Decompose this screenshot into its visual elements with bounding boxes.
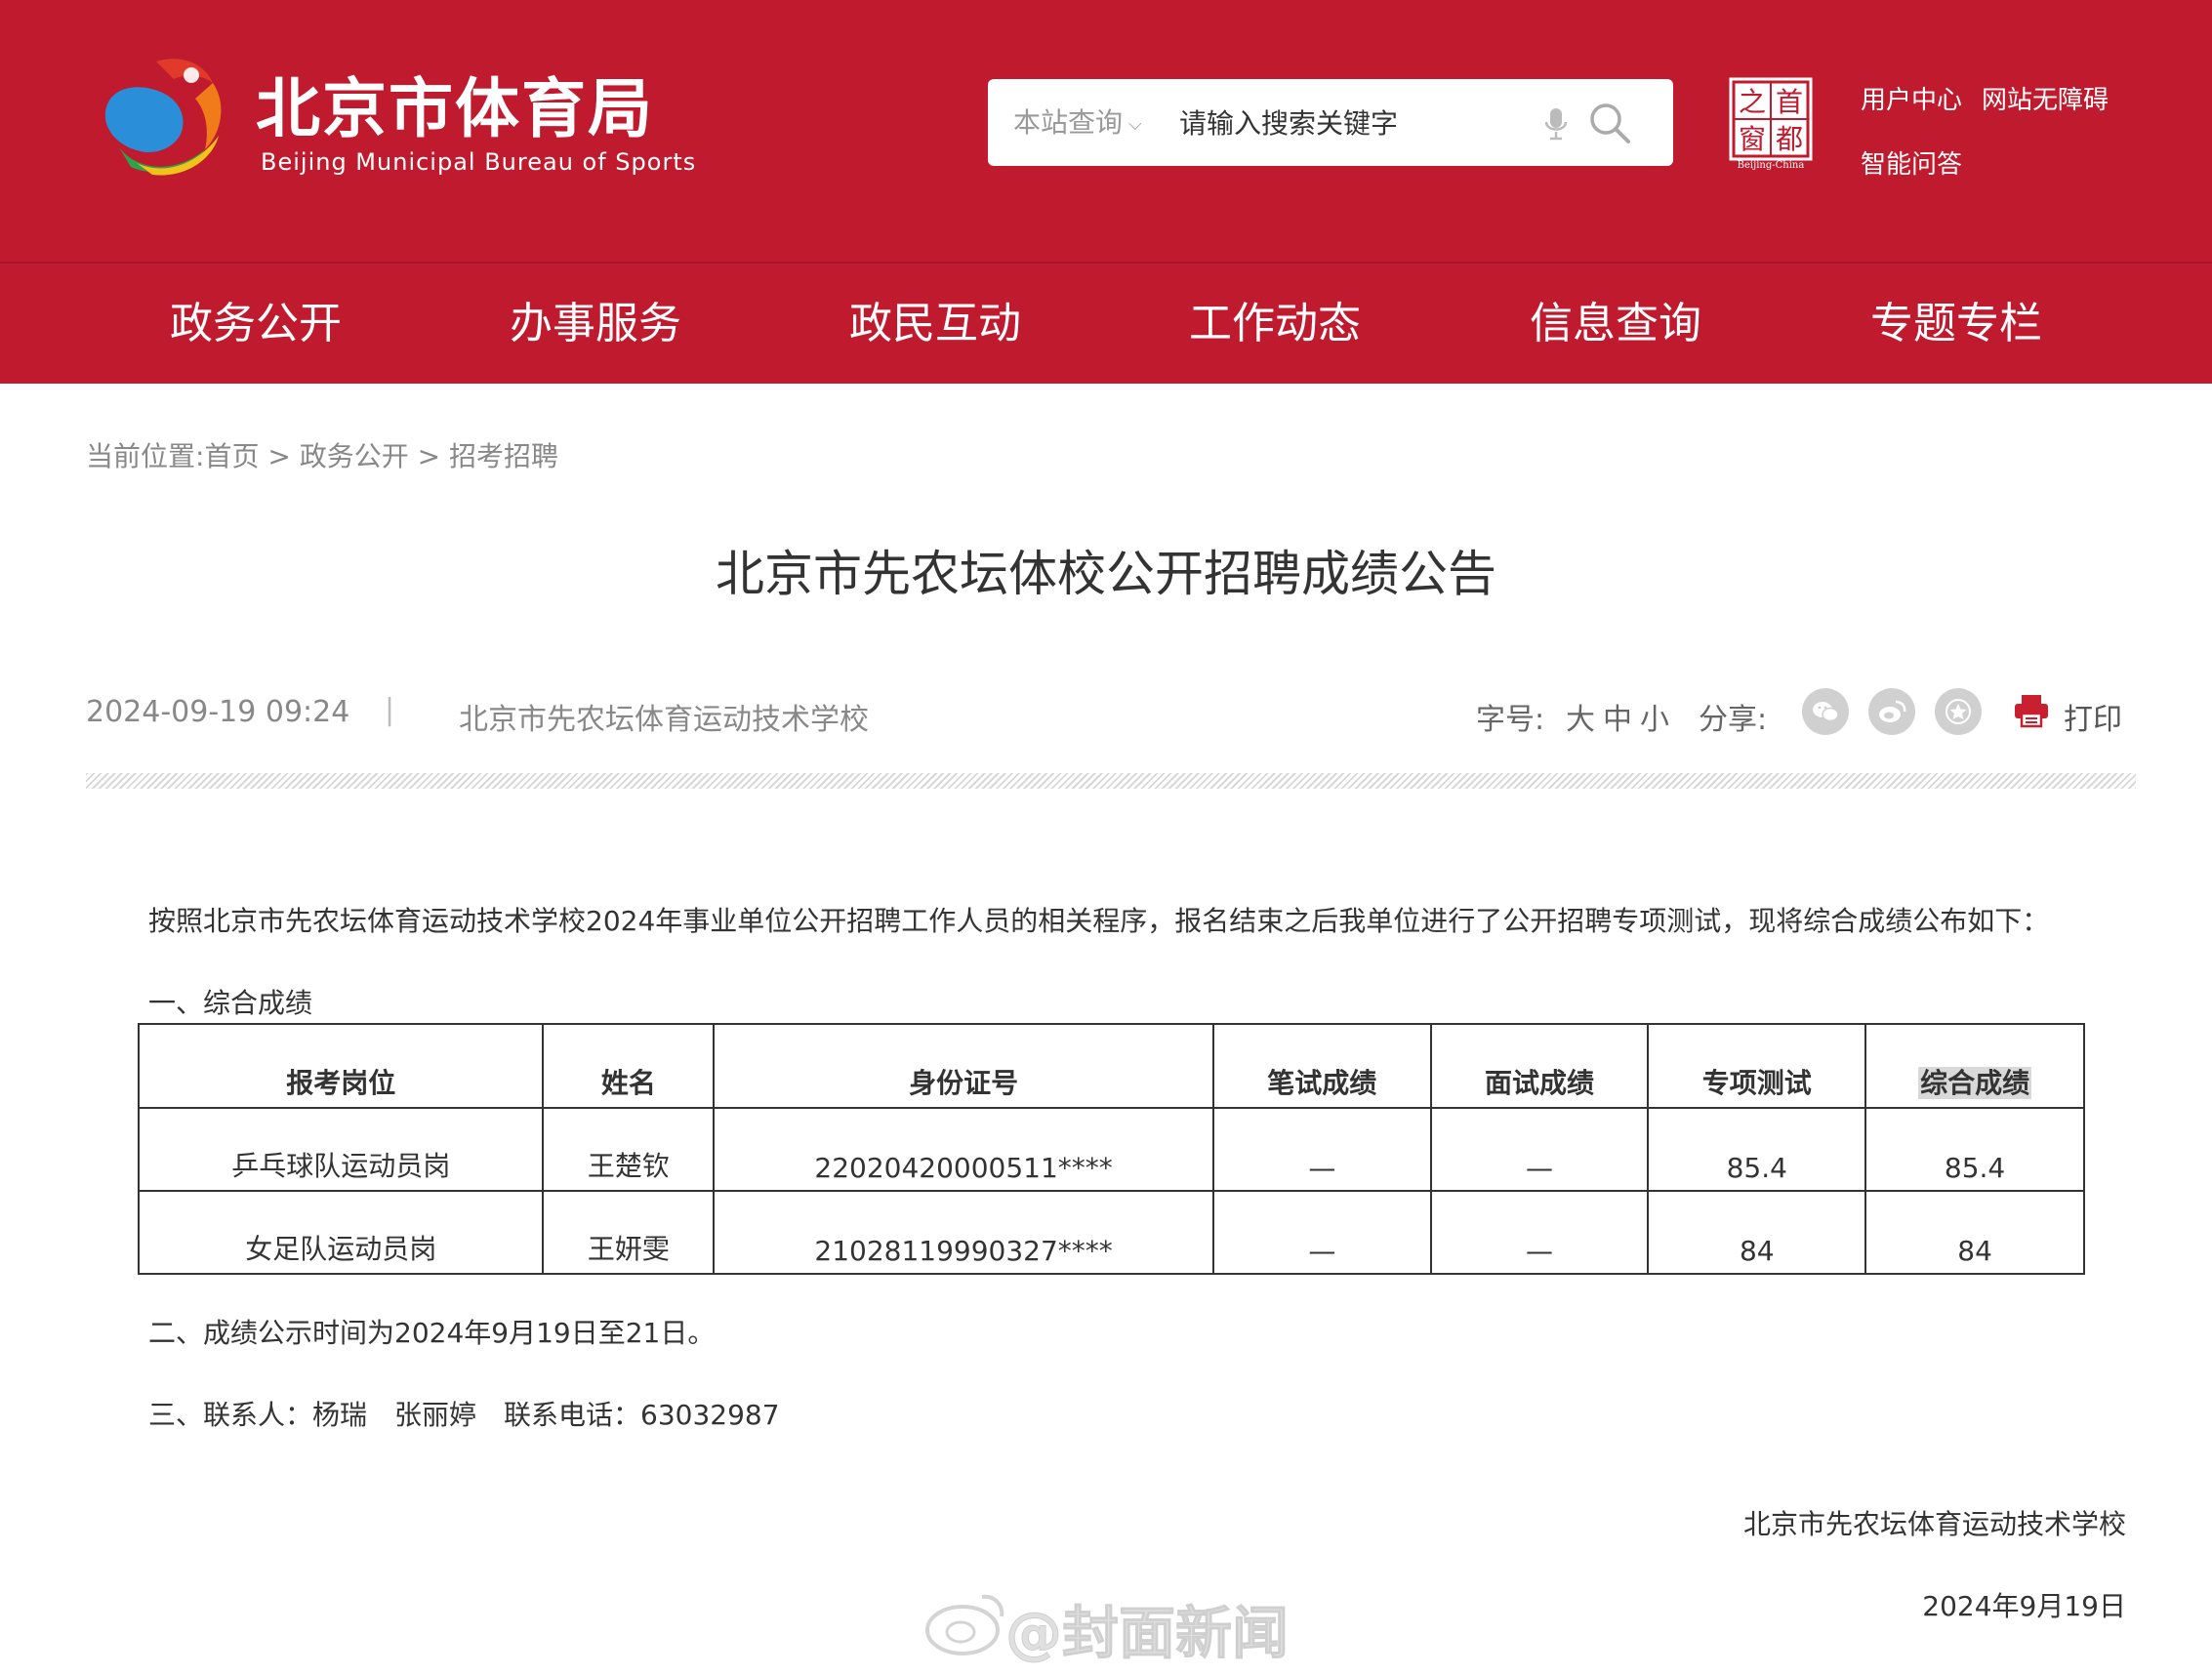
svg-text:首: 首 <box>1776 86 1803 118</box>
cell-position: 乒乓球队运动员岗 <box>137 1107 545 1192</box>
svg-text:之: 之 <box>1739 86 1766 118</box>
cell-written-score: — <box>1211 1190 1432 1275</box>
section-heading-scores: 一、综合成绩 <box>148 987 313 1019</box>
article-source: 北京市先农坛体育运动技术学校 <box>459 703 869 737</box>
font-size-large-button[interactable]: 大 <box>1566 695 1595 738</box>
column-header-interview-score: 面试成绩 <box>1429 1023 1650 1109</box>
seal-caption: Beijing-China <box>1737 160 1805 171</box>
breadcrumb-home[interactable]: 首页 <box>204 440 259 472</box>
contact-info-text: 三、联系人：杨瑞 张丽婷 联系电话：63032987 <box>148 1399 780 1431</box>
table-header-row: 报考岗位 姓名 身份证号 笔试成绩 面试成绩 专项测试 综合成绩 <box>137 1023 2085 1109</box>
site-title: 北京市体育局 <box>256 71 654 146</box>
score-table: 报考岗位 姓名 身份证号 笔试成绩 面试成绩 专项测试 综合成绩 乒乓球队运动员… <box>137 1023 2085 1275</box>
microphone-icon[interactable] <box>1544 106 1568 142</box>
hatched-divider <box>86 773 2136 789</box>
svg-text:都: 都 <box>1776 123 1803 155</box>
cell-total-score: 85.4 <box>1864 1107 2085 1192</box>
wechat-icon[interactable] <box>1802 688 1849 735</box>
font-size-medium-button[interactable]: 中 <box>1603 695 1632 738</box>
svg-text:窗: 窗 <box>1739 123 1766 155</box>
breadcrumb-recruitment[interactable]: 招考招聘 <box>449 440 558 472</box>
font-size-small-button[interactable]: 小 <box>1640 695 1669 738</box>
printer-icon[interactable] <box>2013 693 2050 728</box>
weibo-icon[interactable] <box>1868 688 1915 735</box>
nav-item-info-query[interactable]: 信息查询 <box>1530 264 1701 384</box>
capital-window-seal-icon[interactable]: 之 首 窗 都 <box>1728 76 1814 174</box>
print-button[interactable]: 打印 <box>2064 695 2122 738</box>
meta-divider: | <box>385 693 395 727</box>
cell-interview-score: — <box>1429 1190 1650 1275</box>
table-row: 乒乓球队运动员岗 王楚钦 22020420000511**** — — 85.4… <box>137 1107 2085 1192</box>
cell-id-number: 22020420000511**** <box>713 1107 1214 1192</box>
nav-item-government-affairs[interactable]: 政务公开 <box>170 264 342 384</box>
share-label: 分享: <box>1699 703 1768 737</box>
cell-position: 女足队运动员岗 <box>137 1190 545 1275</box>
cell-name: 王楚钦 <box>542 1107 716 1192</box>
signature-date: 2024年9月19日 <box>1922 1590 2126 1622</box>
chevron-down-icon: ⌵ <box>1128 113 1142 135</box>
nav-item-interaction[interactable]: 政民互动 <box>849 264 1021 384</box>
column-header-special-test: 专项测试 <box>1647 1023 1867 1109</box>
watermark-text: @封面新闻 <box>1004 1600 1290 1667</box>
page-title: 北京市先农坛体校公开招聘成绩公告 <box>716 546 1496 602</box>
bureau-logo-icon[interactable] <box>98 54 234 181</box>
highlighted-header-text: 综合成绩 <box>1918 1067 2032 1099</box>
main-nav: 政务公开 办事服务 政民互动 工作动态 信息查询 专题专栏 <box>0 264 2212 384</box>
favorite-icon[interactable] <box>1935 688 1982 735</box>
breadcrumb: 当前位置:首页 > 政务公开 > 招考招聘 <box>86 435 558 474</box>
nav-item-work-news[interactable]: 工作动态 <box>1189 264 1361 384</box>
cell-id-number: 21028119990327**** <box>713 1190 1214 1275</box>
search-scope-label: 本站查询 <box>1013 106 1124 139</box>
search-icon[interactable] <box>1587 101 1632 145</box>
search-input[interactable] <box>1179 98 1531 148</box>
table-row: 女足队运动员岗 王妍雯 21028119990327**** — — 84 84 <box>137 1190 2085 1275</box>
cell-special-test: 85.4 <box>1647 1107 1867 1192</box>
accessibility-link[interactable]: 网站无障碍 <box>1982 80 2109 116</box>
user-center-link[interactable]: 用户中心 <box>1861 80 1962 116</box>
cell-written-score: — <box>1211 1107 1432 1192</box>
cell-interview-score: — <box>1429 1107 1650 1192</box>
signature-organization: 北京市先农坛体育运动技术学校 <box>1742 1508 2126 1540</box>
search-box: 本站查询 ⌵ <box>988 79 1673 166</box>
column-header-name: 姓名 <box>542 1023 716 1109</box>
breadcrumb-prefix: 当前位置: <box>86 440 205 472</box>
breadcrumb-separator: > <box>267 440 291 472</box>
intro-paragraph: 按照北京市先农坛体育运动技术学校2024年事业单位公开招聘工作人员的相关程序，报… <box>148 905 2050 937</box>
site-subtitle: Beijing Municipal Bureau of Sports <box>261 148 697 176</box>
font-size-label: 字号: <box>1476 703 1545 737</box>
column-header-id-number: 身份证号 <box>713 1023 1214 1109</box>
publish-date: 2024-09-19 09:24 <box>86 695 350 729</box>
smart-qa-link[interactable]: 智能问答 <box>1861 144 1962 181</box>
site-header: 北京市体育局 Beijing Municipal Bureau of Sport… <box>0 0 2212 384</box>
nav-item-special-topics[interactable]: 专题专栏 <box>1870 264 2042 384</box>
nav-item-services[interactable]: 办事服务 <box>510 264 681 384</box>
breadcrumb-government-affairs[interactable]: 政务公开 <box>300 440 409 472</box>
publicity-period-text: 二、成绩公示时间为2024年9月19日至21日。 <box>148 1317 716 1349</box>
breadcrumb-separator: > <box>417 440 441 472</box>
cell-name: 王妍雯 <box>542 1190 716 1275</box>
column-header-total-score: 综合成绩 <box>1864 1023 2085 1109</box>
cell-total-score: 84 <box>1864 1190 2085 1275</box>
cell-special-test: 84 <box>1647 1190 1867 1275</box>
column-header-position: 报考岗位 <box>137 1023 545 1109</box>
column-header-written-score: 笔试成绩 <box>1211 1023 1432 1109</box>
search-scope-dropdown[interactable]: 本站查询 ⌵ <box>1013 79 1142 166</box>
